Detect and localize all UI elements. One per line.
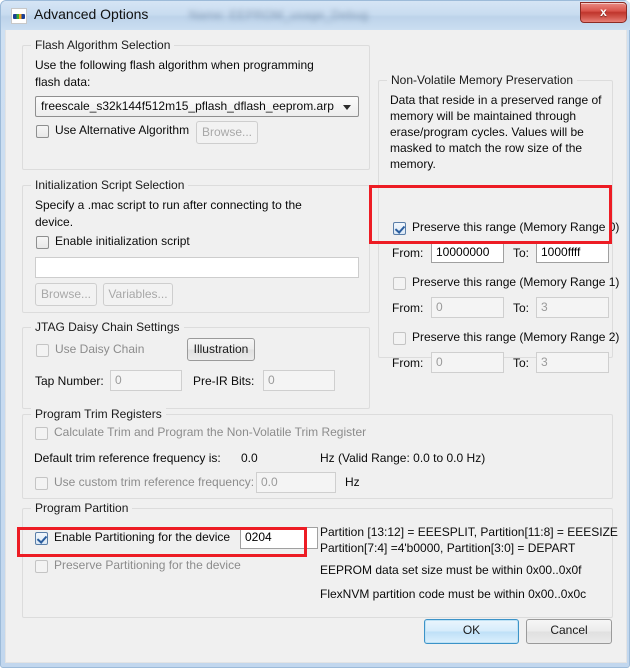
dialog-body: Flash Algorithm Selection Use the follow…: [5, 30, 627, 663]
preserve-range-0-checkbox[interactable]: [393, 222, 406, 235]
range-2-to-input[interactable]: 3: [536, 352, 609, 373]
nvm-desc-line4: masked to match the row size of the: [390, 141, 583, 155]
tap-number-label: Tap Number:: [35, 374, 104, 388]
range-0-to-label: To:: [513, 246, 530, 260]
init-script-desc-line1: Specify a .mac script to run after conne…: [35, 198, 302, 212]
enable-partitioning-checkbox[interactable]: [35, 532, 48, 545]
partition-note-2: Partition[7:4] =4'b0000, Partition[3:0] …: [320, 541, 576, 555]
range-2-from-input[interactable]: 0: [431, 352, 504, 373]
flash-algorithm-desc-line1: Use the following flash algorithm when p…: [35, 58, 314, 72]
nxp-logo-icon: [11, 8, 27, 24]
range-2-from-label: From:: [392, 356, 424, 370]
default-trim-freq-value: 0.0: [241, 451, 258, 465]
preserve-partitioning-label: Preserve Partitioning for the device: [54, 558, 241, 572]
use-daisy-chain-checkbox[interactable]: [36, 344, 49, 357]
preserve-range-2-label: Preserve this range (Memory Range 2): [412, 330, 620, 344]
init-script-legend: Initialization Script Selection: [31, 178, 189, 192]
illustration-button[interactable]: Illustration: [187, 338, 255, 361]
preserve-range-1-label: Preserve this range (Memory Range 1): [412, 275, 620, 289]
preserve-range-0-label: Preserve this range (Memory Range 0): [412, 220, 620, 234]
nvm-legend: Non-Volatile Memory Preservation: [387, 73, 578, 87]
init-script-browse-button[interactable]: Browse...: [35, 283, 97, 306]
ok-button[interactable]: OK: [424, 619, 519, 644]
partition-note-1: Partition [13:12] = EEESPLIT, Partition[…: [320, 525, 618, 539]
group-flash-algorithm-selection: Flash Algorithm Selection Use the follow…: [22, 38, 370, 170]
use-custom-trim-freq-label: Use custom trim reference frequency:: [54, 475, 255, 489]
window-title: Advanced Options: [34, 6, 149, 22]
jtag-legend: JTAG Daisy Chain Settings: [31, 320, 184, 334]
preserve-partitioning-checkbox[interactable]: [35, 560, 48, 573]
partition-legend: Program Partition: [31, 501, 133, 515]
custom-trim-freq-unit: Hz: [345, 475, 360, 489]
init-script-path-input[interactable]: [35, 257, 359, 278]
blurred-subtitle: Name: EEPROM_usage_Debug: [189, 8, 369, 22]
range-1-from-label: From:: [392, 301, 424, 315]
enable-partitioning-label: Enable Partitioning for the device: [54, 530, 231, 544]
flash-algorithm-combo-value: freescale_s32k144f512m15_pflash_dflash_e…: [41, 99, 334, 113]
pre-ir-bits-input[interactable]: 0: [263, 370, 335, 391]
pre-ir-bits-label: Pre-IR Bits:: [193, 374, 255, 388]
enable-initialization-script-checkbox[interactable]: [36, 236, 49, 249]
range-0-from-label: From:: [392, 246, 424, 260]
close-icon[interactable]: x: [580, 2, 627, 23]
group-jtag-daisy-chain-settings: JTAG Daisy Chain Settings Use Daisy Chai…: [22, 320, 370, 409]
range-1-to-label: To:: [513, 301, 530, 315]
default-trim-freq-unit: Hz (Valid Range: 0.0 to 0.0 Hz): [320, 451, 486, 465]
partition-note-4: FlexNVM partition code must be within 0x…: [320, 587, 587, 601]
range-1-to-input[interactable]: 3: [536, 297, 609, 318]
range-2-to-label: To:: [513, 356, 530, 370]
init-script-desc-line2: device.: [35, 215, 74, 229]
nvm-desc-line3: erase/program cycles. Values will be: [390, 125, 584, 139]
use-alternative-algorithm-label: Use Alternative Algorithm: [55, 123, 190, 137]
nvm-desc-line2: memory will be maintained through: [390, 109, 577, 123]
calculate-trim-checkbox[interactable]: [35, 427, 48, 440]
tap-number-input[interactable]: 0: [110, 370, 182, 391]
flash-algorithm-combo[interactable]: freescale_s32k144f512m15_pflash_dflash_e…: [35, 96, 359, 117]
calculate-trim-label: Calculate Trim and Program the Non-Volat…: [54, 425, 367, 439]
flash-algorithm-desc-line2: flash data:: [35, 75, 91, 89]
preserve-range-1-checkbox[interactable]: [393, 277, 406, 290]
partition-note-3: EEPROM data set size must be within 0x00…: [320, 563, 582, 577]
init-script-variables-button[interactable]: Variables...: [103, 283, 173, 306]
nvm-desc-line1: Data that reside in a preserved range of: [390, 93, 602, 107]
advanced-options-window: Advanced Options Name: EEPROM_usage_Debu…: [0, 0, 630, 668]
group-initialization-script-selection: Initialization Script Selection Specify …: [22, 178, 370, 313]
group-program-partition: Program Partition Enable Partitioning fo…: [22, 501, 618, 618]
partition-value-input[interactable]: 0204: [240, 527, 318, 549]
custom-trim-freq-input[interactable]: 0.0: [256, 472, 336, 493]
title-bar: Advanced Options Name: EEPROM_usage_Debu…: [1, 1, 630, 30]
flash-algorithm-legend: Flash Algorithm Selection: [31, 38, 175, 52]
range-0-to-input[interactable]: 1000ffff: [536, 242, 609, 263]
range-1-from-input[interactable]: 0: [431, 297, 504, 318]
chevron-down-icon: [343, 105, 351, 110]
group-nvm-preservation: Non-Volatile Memory Preservation Data th…: [378, 73, 619, 373]
preserve-range-2-checkbox[interactable]: [393, 332, 406, 345]
nvm-desc-line5: memory.: [390, 157, 436, 171]
default-trim-freq-label: Default trim reference frequency is:: [34, 451, 221, 465]
cancel-button[interactable]: Cancel: [526, 619, 612, 644]
use-custom-trim-freq-checkbox[interactable]: [35, 477, 48, 490]
trim-legend: Program Trim Registers: [31, 407, 166, 421]
use-alternative-algorithm-checkbox[interactable]: [36, 125, 49, 138]
flash-browse-button[interactable]: Browse...: [196, 121, 258, 144]
group-program-trim-registers: Program Trim Registers Calculate Trim an…: [22, 407, 613, 499]
enable-initialization-script-label: Enable initialization script: [55, 234, 190, 248]
use-daisy-chain-label: Use Daisy Chain: [55, 342, 145, 356]
range-0-from-input[interactable]: 10000000: [431, 242, 504, 263]
